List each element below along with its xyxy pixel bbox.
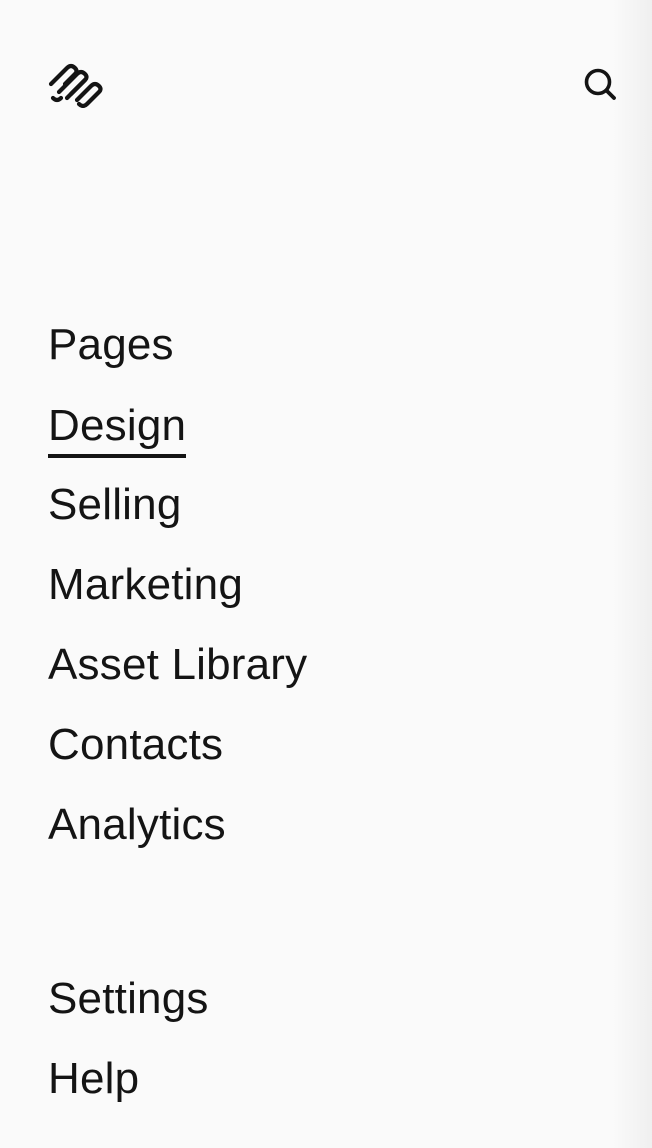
nav-item-analytics[interactable]: Analytics [48, 798, 307, 878]
search-button[interactable] [580, 64, 620, 104]
nav-item-label: Design [48, 398, 187, 458]
nav-item-design[interactable]: Design [48, 398, 307, 478]
secondary-nav: Settings Help [48, 972, 209, 1132]
nav-item-pages[interactable]: Pages [48, 318, 307, 398]
nav-item-label: Marketing [48, 560, 243, 609]
nav-item-asset-library[interactable]: Asset Library [48, 638, 307, 718]
nav-item-marketing[interactable]: Marketing [48, 558, 307, 638]
main-nav: Pages Design Selling Marketing Asset Lib… [48, 318, 307, 878]
nav-item-label: Pages [48, 320, 174, 369]
nav-item-label: Help [48, 1054, 140, 1103]
panel-shadow-edge [612, 0, 652, 1148]
nav-item-label: Contacts [48, 720, 224, 769]
nav-item-label: Asset Library [48, 640, 308, 689]
nav-item-label: Settings [48, 974, 209, 1023]
search-icon [584, 68, 616, 100]
nav-item-contacts[interactable]: Contacts [48, 718, 307, 798]
squarespace-logo-icon[interactable] [47, 60, 105, 109]
nav-item-settings[interactable]: Settings [48, 972, 209, 1052]
nav-item-label: Selling [48, 480, 182, 529]
nav-item-label: Analytics [48, 800, 226, 849]
nav-item-help[interactable]: Help [48, 1052, 209, 1132]
nav-item-selling[interactable]: Selling [48, 478, 307, 558]
navigation-panel: Pages Design Selling Marketing Asset Lib… [0, 0, 652, 1148]
